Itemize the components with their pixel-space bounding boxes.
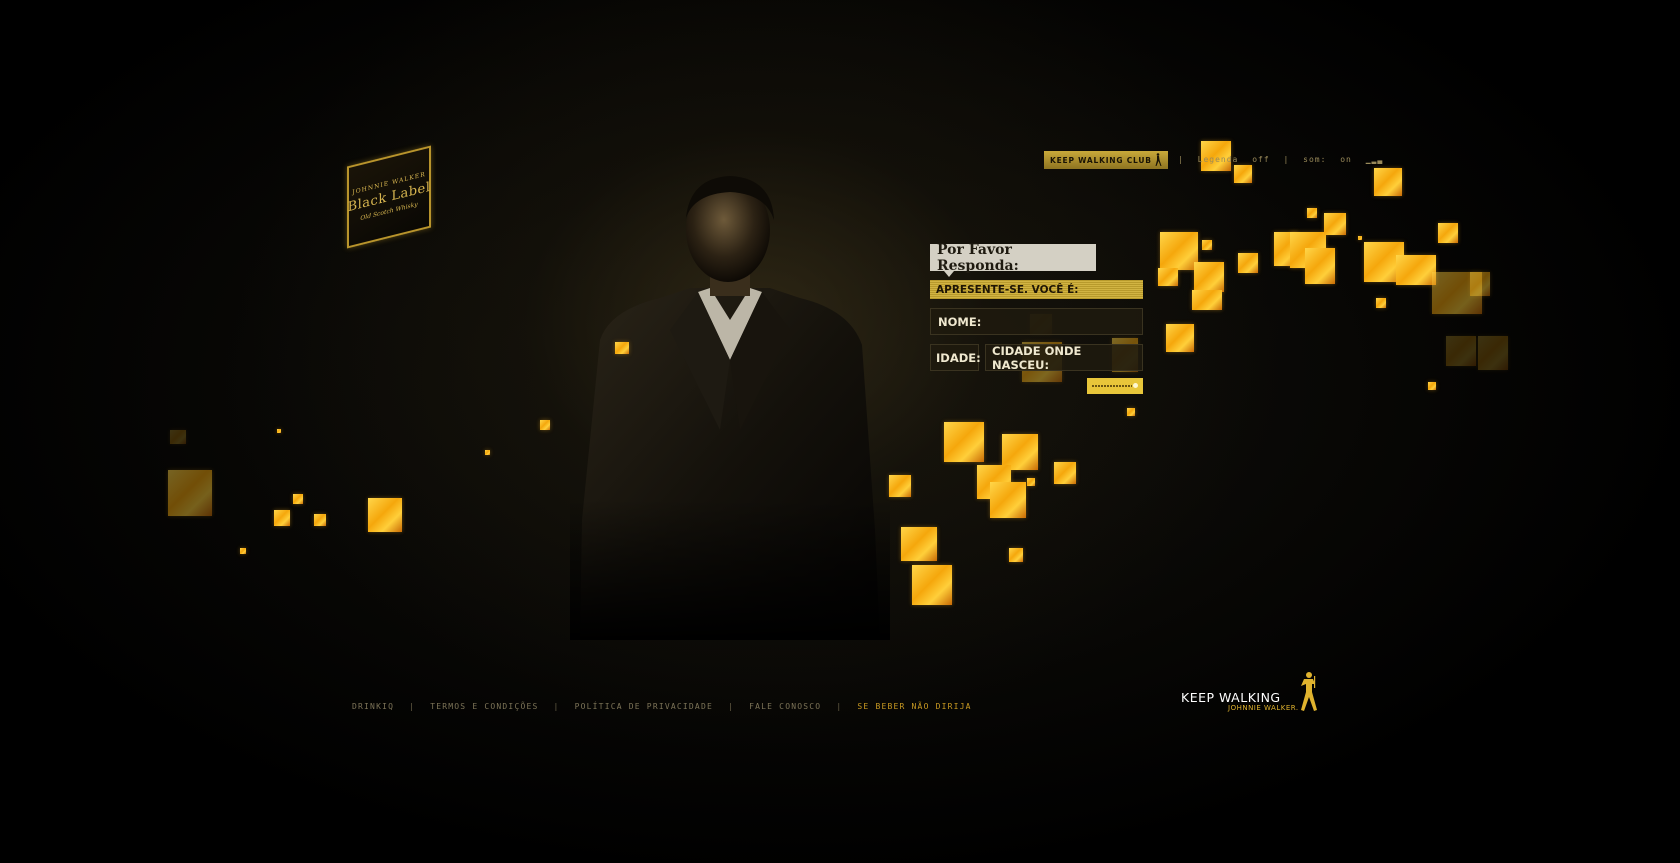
footer-drink-warning[interactable]: Se beber não dirija [857, 702, 971, 711]
striding-man-icon [1155, 153, 1162, 166]
topnav-separator: | [1178, 155, 1184, 164]
submit-button[interactable] [1087, 378, 1143, 394]
sound-toggle[interactable]: on [1340, 155, 1352, 164]
legenda-link[interactable]: Legenda [1198, 155, 1239, 164]
city-field[interactable]: CIDADE ONDE NASCEU: [985, 343, 1143, 372]
man-in-suit-image [570, 170, 890, 640]
present-label: APRESENTE-SE. VOCÊ É: [930, 280, 1143, 299]
footer-separator: | [553, 702, 560, 711]
footer-separator: | [836, 702, 843, 711]
striding-man-icon [1301, 672, 1317, 711]
footer-separator: | [728, 702, 735, 711]
city-label: CIDADE ONDE NASCEU: [992, 343, 1082, 372]
footer-link-contact[interactable]: Fale Conosco [749, 702, 821, 711]
brand-tagline: KEEP WALKING [1181, 690, 1281, 705]
sound-level-icon[interactable]: ▁▂▃ [1366, 155, 1383, 164]
slider-knob [1133, 383, 1138, 388]
club-button-label: Keep Walking Club [1050, 155, 1152, 165]
form-title: Por Favor Responda: [930, 242, 1096, 277]
legenda-off-link[interactable]: off [1252, 155, 1269, 164]
sound-label: som: [1303, 155, 1327, 164]
footer-link-privacy[interactable]: Política de Privacidade [575, 702, 713, 711]
footer-link-terms[interactable]: Termos e Condições [430, 702, 538, 711]
top-nav: | Legenda off | som: on ▁▂▃ [1174, 155, 1387, 164]
name-label: NOME: [938, 314, 982, 329]
topnav-separator: | [1283, 155, 1290, 164]
brand-name: JOHNNIE WALKER. [1228, 704, 1299, 712]
age-label: IDADE: [936, 350, 981, 365]
slider-icon [1092, 385, 1132, 387]
keep-walking-club-button[interactable]: Keep Walking Club [1044, 151, 1168, 169]
footer-link-drinkiq[interactable]: Drinkiq [352, 702, 394, 711]
name-field[interactable]: NOME: [930, 308, 1143, 335]
footer-links: Drinkiq | Termos e Condições | Política … [352, 702, 972, 711]
age-field[interactable]: IDADE: [930, 344, 981, 371]
footer-separator: | [409, 702, 416, 711]
keep-walking-logo[interactable]: KEEP WALKING JOHNNIE WALKER. [1180, 668, 1330, 716]
